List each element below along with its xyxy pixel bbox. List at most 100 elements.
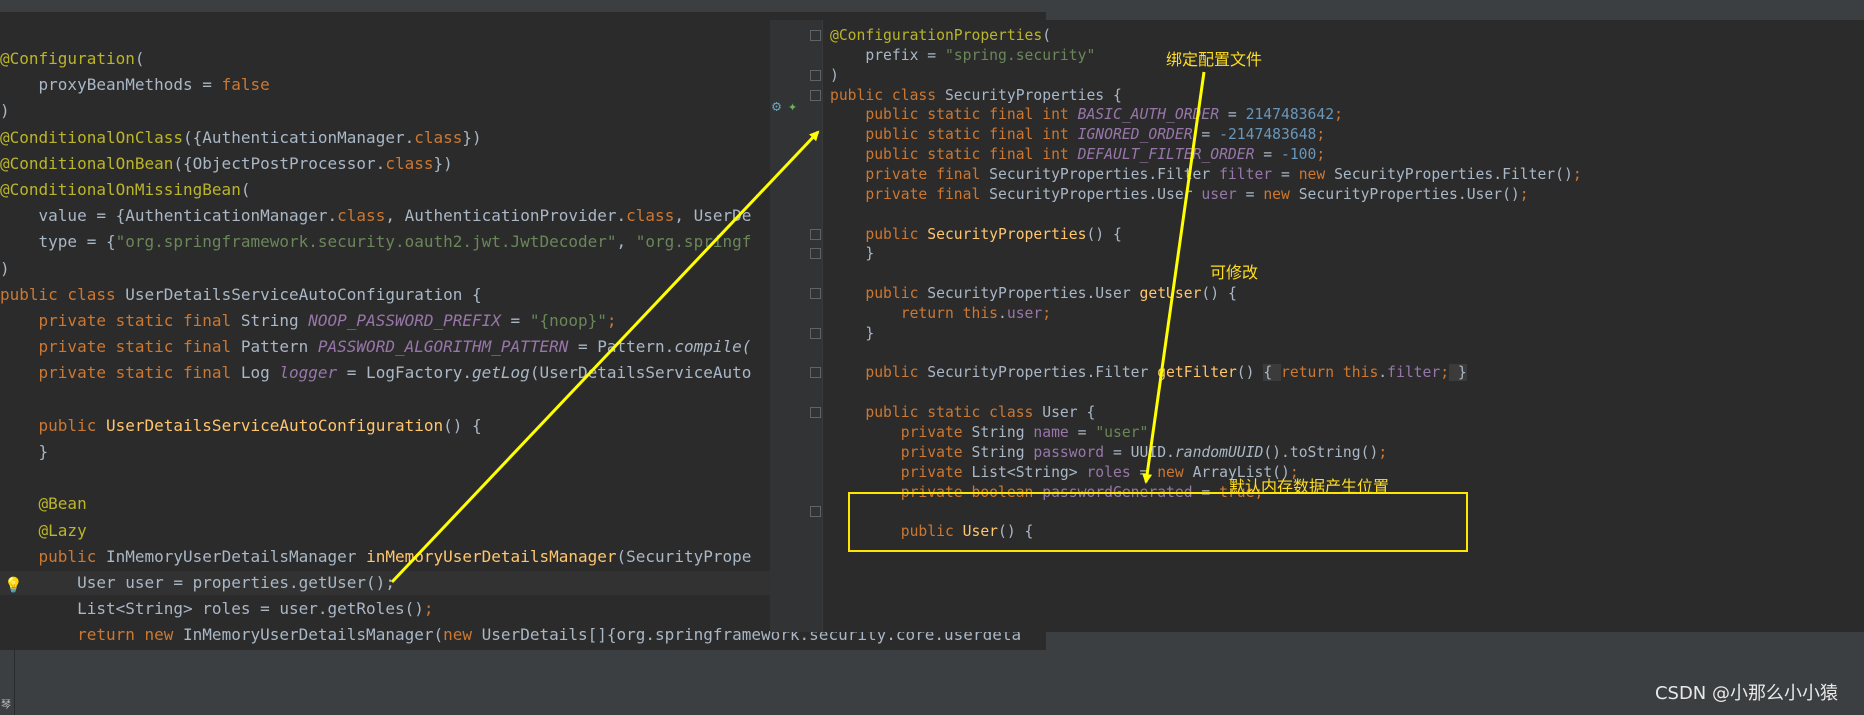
code-token: = <box>1068 424 1096 441</box>
code-token: DEFAULT_FILTER_ORDER <box>1077 146 1255 164</box>
default-user-highlight-box <box>848 492 1468 552</box>
modifiable-note: 可修改 <box>1210 263 1259 282</box>
code-token: = <box>1130 463 1158 481</box>
code-token: = UUID. <box>1104 443 1175 461</box>
code-token: type = { <box>0 232 116 252</box>
code-token: = <box>1236 185 1264 203</box>
code-token: password <box>1033 443 1105 461</box>
code-token: public static final int <box>865 146 1078 164</box>
code-token: public class <box>0 284 126 304</box>
code-token: () { <box>443 415 482 435</box>
code-token: SecurityProperties.Filter() <box>1334 165 1573 183</box>
code-token: = <box>1219 106 1246 124</box>
code-token: = Pattern. <box>568 337 675 357</box>
bind-config-note: 绑定配置文件 <box>1166 50 1263 69</box>
code-token: UserDetailsServiceAutoConfiguration { <box>125 284 482 304</box>
code-token: private static final <box>38 363 241 383</box>
code-token: @ConditionalOnMissingBean <box>0 180 241 199</box>
code-token: ; <box>1316 126 1326 144</box>
code-token: }) <box>433 153 453 173</box>
code-token: = <box>1272 165 1299 183</box>
code-token: Pattern <box>240 337 318 357</box>
code-token: ({ObjectPostProcessor. <box>173 153 386 173</box>
code-token: (UserDetailsServiceAuto <box>529 363 752 383</box>
code-token: getFilter <box>1157 364 1237 382</box>
code-token: IGNORED_ORDER <box>1077 126 1193 144</box>
code-token: } <box>0 442 49 461</box>
code-token: ; <box>1572 165 1582 183</box>
code-token: } <box>830 324 875 342</box>
code-token: new <box>1263 185 1299 203</box>
code-token: String <box>240 311 309 330</box>
code-token: PASSWORD_ALGORITHM_PATTERN <box>317 337 569 357</box>
code-token: return this <box>900 304 999 322</box>
code-token: @Configuration <box>0 49 135 68</box>
code-token: ; <box>1334 106 1343 124</box>
code-token: () { <box>1201 285 1237 303</box>
code-token: ) <box>0 101 10 121</box>
code-token: String <box>971 424 1034 441</box>
code-token: @ConditionalOnBean <box>0 153 174 173</box>
code-token: SecurityProperties.Filter <box>989 165 1220 183</box>
code-token: SecurityProperties.User <box>989 185 1202 203</box>
code-token: "org.springf <box>635 232 752 252</box>
tool-window-label: 琴 <box>1 700 11 711</box>
code-token: public <box>865 225 928 243</box>
code-token: new <box>443 625 482 645</box>
code-token: SecurityProperties.Filter <box>927 364 1158 382</box>
code-token: public static final int <box>865 126 1078 144</box>
code-token: @Lazy <box>38 520 87 540</box>
code-token: ( <box>240 180 251 199</box>
code-token: logger <box>279 363 338 383</box>
code-token: getUser <box>1139 285 1202 303</box>
code-token: () { <box>1086 225 1122 243</box>
code-token: ; <box>1378 443 1388 461</box>
code-token: new <box>1298 165 1335 183</box>
lightbulb-icon[interactable]: 💡 <box>4 578 23 593</box>
code-token: User user = properties.getUser(); <box>0 573 395 592</box>
code-token: getLog <box>472 363 530 383</box>
code-token: List<String> <box>971 463 1087 481</box>
code-token: ().toString() <box>1263 443 1379 461</box>
code-token: return this <box>1281 364 1379 382</box>
code-token: ; <box>423 599 434 619</box>
code-token: SecurityProperties.User <box>927 285 1140 303</box>
code-token: -2147483648 <box>1219 126 1317 144</box>
code-token: (SecurityPrope <box>616 546 752 566</box>
code-token: -100 <box>1281 146 1317 164</box>
code-token: public class <box>830 86 945 104</box>
code-token: SecurityProperties.User() <box>1298 185 1520 203</box>
watermark: CSDN @小那么小小猿 <box>1654 683 1838 704</box>
code-token: "{noop}" <box>529 311 607 330</box>
code-token: Log <box>240 363 280 383</box>
code-token: private <box>900 463 972 481</box>
code-token: SecurityProperties { <box>944 86 1122 104</box>
code-token: value = {AuthenticationManager. <box>0 206 338 226</box>
code-token: filter <box>1219 165 1273 183</box>
code-token: ) <box>830 66 839 84</box>
code-token: user <box>1006 304 1043 322</box>
code-token: class <box>385 153 434 173</box>
code-token: SecurityProperties <box>927 225 1087 243</box>
code-token: () <box>1236 364 1264 382</box>
code-token: public <box>865 364 928 382</box>
code-token: BASIC_AUTH_ORDER <box>1077 106 1220 124</box>
code-token: ) <box>0 258 10 278</box>
code-token: }) <box>462 127 482 147</box>
code-token: public <box>38 546 106 566</box>
code-token: public static class <box>865 404 1043 422</box>
code-token: ; <box>1042 304 1052 322</box>
